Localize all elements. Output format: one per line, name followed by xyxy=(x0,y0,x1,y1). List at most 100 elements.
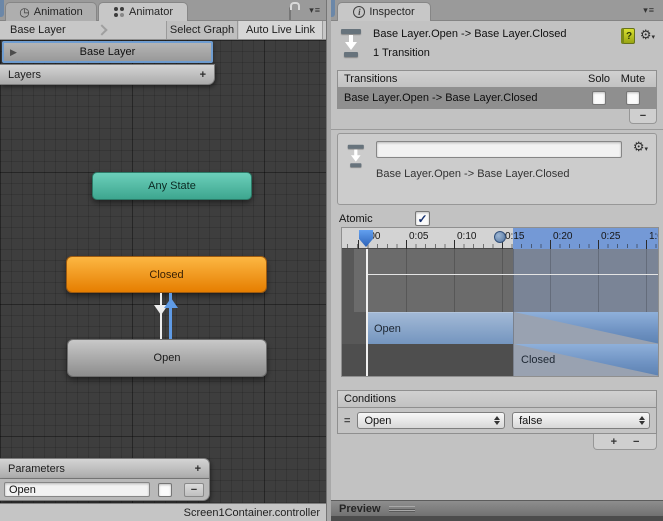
mute-column-header: Mute xyxy=(620,73,646,85)
conditions-title: Conditions xyxy=(344,393,396,405)
track-closed: Closed xyxy=(342,344,658,376)
condition-parameter-dropdown[interactable]: Open xyxy=(357,412,506,429)
section-divider xyxy=(331,129,663,130)
state-node-closed[interactable]: Closed xyxy=(66,256,267,293)
tab-inspector-label: Inspector xyxy=(369,6,415,18)
auto-live-link-button[interactable]: Auto Live Link xyxy=(239,21,323,39)
tab-animation-label: Animation xyxy=(33,6,83,18)
condition-value-dropdown[interactable]: false xyxy=(512,412,650,429)
controller-path-label: Screen1Container.controller xyxy=(183,506,320,519)
detail-gear-icon[interactable]: ⚙▾ xyxy=(633,140,648,153)
layer-row-base-layer[interactable]: ▶ Base Layer xyxy=(2,41,213,63)
crossfade-wedge xyxy=(514,312,658,344)
dock-handle xyxy=(331,0,335,17)
transition-start-marker-icon[interactable] xyxy=(494,231,506,243)
state-node-label: Any State xyxy=(148,180,196,192)
ruler-tick-label: 0:15 xyxy=(505,231,525,242)
help-icon[interactable]: ? xyxy=(621,28,635,44)
transition-list-row-selected[interactable]: Base Layer.Open -> Base Layer.Closed xyxy=(337,88,657,109)
tab-inspector[interactable]: i Inspector xyxy=(337,2,431,21)
state-node-label: Open xyxy=(153,352,181,364)
parameters-header: Parameters + xyxy=(0,458,210,479)
add-condition-button[interactable]: + xyxy=(611,436,617,448)
transition-arrowhead-up-icon xyxy=(164,298,178,308)
layer-name: Base Layer xyxy=(79,46,136,58)
clip-label: Open xyxy=(374,322,401,335)
info-icon: i xyxy=(353,6,366,18)
tab-animator[interactable]: Animator xyxy=(98,2,188,21)
transition-region-highlight xyxy=(513,249,658,312)
solo-column-header: Solo xyxy=(587,73,611,85)
remove-parameter-button[interactable]: − xyxy=(184,483,204,497)
ruler-tick-label: 1:00 xyxy=(649,231,658,242)
conditions-header: Conditions xyxy=(337,390,657,408)
clip-bar-closed[interactable]: Closed xyxy=(513,344,658,376)
state-node-any-state[interactable]: Any State xyxy=(92,172,252,200)
tab-animation[interactable]: ◷ Animation xyxy=(5,2,97,21)
ruler-minor-ticks xyxy=(342,244,658,248)
transition-detail-title: Base Layer.Open -> Base Layer.Closed xyxy=(376,168,570,180)
state-node-label: Closed xyxy=(149,268,184,281)
inspector-content: Base Layer.Open -> Base Layer.Closed 1 T… xyxy=(331,21,663,500)
mute-checkbox[interactable] xyxy=(626,91,640,105)
state-node-open[interactable]: Open xyxy=(67,339,267,377)
parameter-value-checkbox[interactable] xyxy=(158,483,172,497)
remove-transition-button[interactable]: − xyxy=(629,109,657,124)
remove-condition-button[interactable]: − xyxy=(633,436,639,448)
clip-label: Closed xyxy=(521,354,556,366)
transition-name-input[interactable] xyxy=(376,141,622,158)
breadcrumb-layer[interactable]: Base Layer xyxy=(10,24,66,36)
select-graph-label: Select Graph xyxy=(169,24,235,36)
preview-title: Preview xyxy=(339,502,381,515)
add-layer-button[interactable]: + xyxy=(200,69,206,81)
solo-checkbox[interactable] xyxy=(592,91,606,105)
add-parameter-button[interactable]: + xyxy=(195,463,201,475)
timeline-ruler[interactable]: 0:00 0:05 0:10 0:15 0:20 0:25 1:00 xyxy=(342,228,658,249)
ruler-tick-label: 0:10 xyxy=(457,231,477,242)
transition-arrow-closed-to-open[interactable] xyxy=(160,293,162,339)
condition-value: false xyxy=(519,414,543,427)
condition-parameter-value: Open xyxy=(364,414,392,427)
transition-icon xyxy=(340,28,362,58)
conditions-box: Conditions = Open false + − xyxy=(337,390,657,450)
drag-handle-icon[interactable]: = xyxy=(344,415,350,427)
check-icon: ✓ xyxy=(417,211,428,226)
lock-icon[interactable] xyxy=(289,7,291,21)
transition-row-label: Base Layer.Open -> Base Layer.Closed xyxy=(344,92,538,104)
blend-graph-zone xyxy=(342,249,658,312)
parameter-row: − xyxy=(0,479,210,501)
auto-live-link-label: Auto Live Link xyxy=(245,24,316,36)
clip-open-fade-region xyxy=(513,312,658,344)
state-machine-graph[interactable]: ▶ Base Layer Layers + Any State Closed O… xyxy=(0,40,326,503)
breadcrumb-bar: Base Layer Select Graph Auto Live Link xyxy=(0,21,326,40)
select-graph-button[interactable]: Select Graph xyxy=(166,21,238,39)
window-menu-icon[interactable]: ▾≡ xyxy=(309,5,321,16)
atomic-row: Atomic ✓ xyxy=(339,211,430,226)
minus-label: − xyxy=(639,110,647,122)
dropdown-arrows-icon xyxy=(493,416,500,425)
transitions-title: Transitions xyxy=(344,73,398,85)
atomic-label: Atomic xyxy=(339,212,373,225)
parameters-header-label: Parameters xyxy=(8,462,65,475)
transition-timeline[interactable]: 0:00 0:05 0:10 0:15 0:20 0:25 1:00 xyxy=(341,227,659,377)
dock-handle xyxy=(0,0,4,17)
inspector-tabbar: i Inspector ▾≡ xyxy=(289,0,663,21)
blend-curve-line xyxy=(366,274,658,275)
clip-bar-open[interactable]: Open xyxy=(366,312,513,344)
parameter-name-input[interactable] xyxy=(4,482,150,497)
tab-animator-label: Animator xyxy=(128,6,174,18)
animator-tabbar: ◷ Animation Animator ▾≡ xyxy=(0,0,326,21)
gear-icon[interactable]: ⚙▾ xyxy=(640,28,655,41)
atomic-checkbox[interactable]: ✓ xyxy=(415,211,430,226)
playhead-line[interactable] xyxy=(366,249,368,376)
clock-icon: ◷ xyxy=(19,5,30,19)
conditions-add-remove-tray: + − xyxy=(593,434,657,450)
preview-area xyxy=(331,516,663,521)
ruler-tick-label: 0:20 xyxy=(553,231,573,242)
layers-header: Layers + xyxy=(0,64,215,85)
inspector-menu-icon[interactable]: ▾≡ xyxy=(643,5,655,16)
inspector-title: Base Layer.Open -> Base Layer.Closed xyxy=(373,28,567,40)
preview-drag-handle[interactable] xyxy=(388,506,415,511)
timeline-body: Open Closed xyxy=(342,249,658,376)
preview-splitter-bar[interactable]: Preview xyxy=(331,500,663,516)
